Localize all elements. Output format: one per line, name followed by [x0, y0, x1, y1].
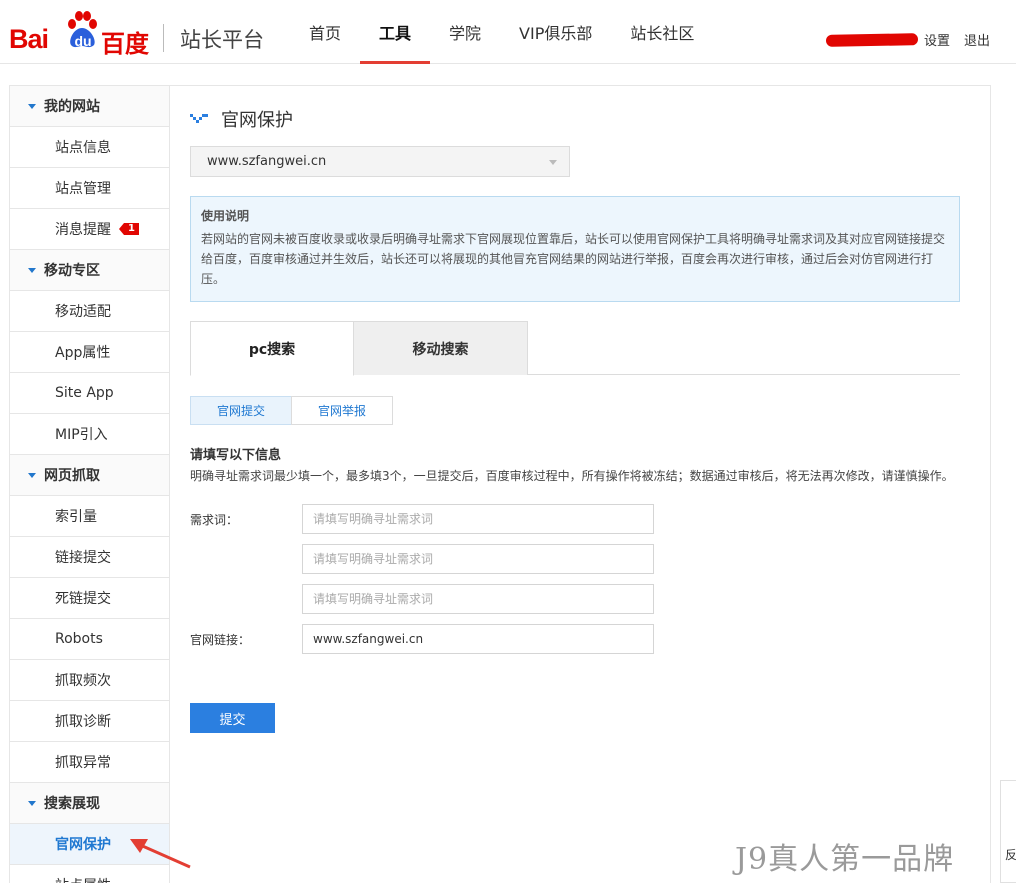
- group-title: 移动专区: [44, 263, 100, 279]
- user-bar: 设置 退出: [825, 30, 990, 49]
- caret-down-icon: [28, 267, 36, 273]
- sidebar-group-search-display[interactable]: 搜索展现: [10, 783, 169, 824]
- sidebar-item-index-count[interactable]: 索引量: [10, 496, 169, 537]
- sidebar: 我的网站 站点信息 站点管理 消息提醒 1 移动专区 移动适配 App属性 Si…: [9, 85, 170, 883]
- watermark-text: J9真人第一品牌: [735, 842, 955, 877]
- logo-divider: [163, 24, 164, 52]
- nav-item-vip-club[interactable]: VIP俱乐部: [500, 0, 611, 64]
- main-nav: 首页 工具 学院 VIP俱乐部 站长社区: [290, 0, 713, 64]
- sidebar-item-mip[interactable]: MIP引入: [10, 414, 169, 455]
- site-selector-value: www.szfangwei.cn: [207, 154, 327, 169]
- caret-down-icon: [28, 103, 36, 109]
- dropdown-arrow-icon: [549, 160, 557, 165]
- search-type-tabs: pc搜索 移动搜索: [190, 321, 960, 376]
- badge-count: 1: [124, 223, 139, 235]
- sidebar-item-mobile-adapt[interactable]: 移动适配: [10, 291, 169, 332]
- group-title: 搜索展现: [44, 796, 100, 812]
- nav-item-academy[interactable]: 学院: [430, 0, 500, 64]
- sidebar-item-app-property[interactable]: App属性: [10, 332, 169, 373]
- message-count-badge: 1: [119, 223, 139, 235]
- nav-item-community[interactable]: 站长社区: [611, 0, 713, 64]
- keyword-input-3[interactable]: [302, 584, 654, 614]
- sidebar-item-link-submit[interactable]: 链接提交: [10, 537, 169, 578]
- official-url-input[interactable]: [302, 624, 654, 654]
- sidebar-item-site-info[interactable]: 站点信息: [10, 127, 169, 168]
- sidebar-group-my-sites[interactable]: 我的网站: [10, 86, 169, 127]
- baidu-logo[interactable]: Bai du 百度: [9, 8, 149, 58]
- notice-title: 使用说明: [201, 209, 250, 223]
- main-panel: 官网保护 www.szfangwei.cn 使用说明 若网站的官网未被百度收录或…: [169, 85, 991, 883]
- submit-button[interactable]: 提交: [190, 703, 275, 733]
- logo-text-bai: Bai: [9, 24, 49, 54]
- floating-side-label[interactable]: 反: [1005, 846, 1016, 863]
- title-chevron-icon: [190, 114, 208, 123]
- subtab-report-official[interactable]: 官网举报: [291, 396, 393, 425]
- logo-text-du: du: [74, 33, 92, 49]
- top-bar: Bai du 百度 站长平台 首页 工具 学院 VIP俱乐部 站长社区 设置 退…: [0, 0, 1016, 64]
- red-arrow-annotation-icon: [130, 839, 191, 869]
- sidebar-item-label: 消息提醒: [55, 222, 111, 238]
- tab-mobile-search[interactable]: 移动搜索: [353, 321, 528, 375]
- sidebar-group-mobile[interactable]: 移动专区: [10, 250, 169, 291]
- sidebar-item-messages[interactable]: 消息提醒 1: [10, 209, 169, 250]
- caret-down-icon: [28, 472, 36, 478]
- keyword-input-2[interactable]: [302, 544, 654, 574]
- logout-link[interactable]: 退出: [964, 30, 990, 49]
- tab-pc-search[interactable]: pc搜索: [190, 321, 354, 376]
- nav-item-tools[interactable]: 工具: [360, 0, 431, 64]
- platform-name: 站长平台: [180, 28, 264, 52]
- sidebar-item-deadlink-submit[interactable]: 死链提交: [10, 578, 169, 619]
- site-selector[interactable]: www.szfangwei.cn: [190, 146, 570, 177]
- action-subtabs: 官网提交 官网举报: [190, 396, 393, 425]
- sidebar-item-crawl-frequency[interactable]: 抓取频次: [10, 660, 169, 701]
- page-title: 官网保护: [190, 106, 293, 132]
- keyword-label: 需求词：: [190, 513, 239, 527]
- nav-item-home[interactable]: 首页: [290, 0, 360, 64]
- caret-down-icon: [28, 800, 36, 806]
- sidebar-item-robots[interactable]: Robots: [10, 619, 169, 660]
- sidebar-item-crawl-errors[interactable]: 抓取异常: [10, 742, 169, 783]
- subtab-submit-official[interactable]: 官网提交: [190, 396, 292, 425]
- floating-side-widget[interactable]: [1000, 780, 1016, 883]
- notice-body: 若网站的官网未被百度收录或收录后明确寻址需求下官网展现位置靠后，站长可以使用官网…: [201, 232, 946, 286]
- group-title: 网页抓取: [44, 468, 100, 484]
- usage-notice: 使用说明 若网站的官网未被百度收录或收录后明确寻址需求下官网展现位置靠后，站长可…: [190, 196, 960, 302]
- settings-link[interactable]: 设置: [924, 30, 950, 49]
- page-title-text: 官网保护: [221, 110, 293, 131]
- logo-text-cn: 百度: [101, 30, 149, 58]
- keyword-input-1[interactable]: [302, 504, 654, 534]
- sidebar-item-site-app[interactable]: Site App: [10, 373, 169, 414]
- sidebar-item-crawl-diagnosis[interactable]: 抓取诊断: [10, 701, 169, 742]
- redacted-username[interactable]: [825, 32, 919, 47]
- sidebar-group-crawl[interactable]: 网页抓取: [10, 455, 169, 496]
- group-title: 我的网站: [44, 99, 100, 115]
- official-url-label: 官网链接：: [190, 633, 251, 647]
- form-heading: 请填写以下信息: [190, 448, 282, 463]
- form-description: 明确寻址需求词最少填一个，最多填3个，一旦提交后，百度审核过程中，所有操作将被冻…: [190, 469, 954, 483]
- sidebar-item-site-management[interactable]: 站点管理: [10, 168, 169, 209]
